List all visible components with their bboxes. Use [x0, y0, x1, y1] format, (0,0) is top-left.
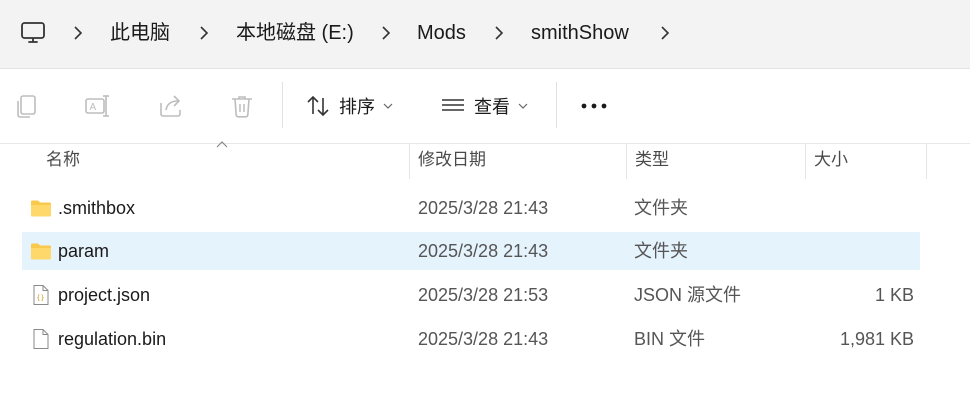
- trash-icon: [232, 96, 252, 118]
- json-file-icon: {}: [33, 285, 49, 305]
- column-header-size[interactable]: 大小: [806, 143, 926, 179]
- file-date: 2025/3/28 21:43: [418, 329, 549, 349]
- chevron-down-icon: [518, 103, 528, 109]
- file-name: .smithbox: [58, 198, 136, 218]
- sort-button[interactable]: 排序: [305, 69, 393, 143]
- toolbar-divider: [556, 82, 557, 128]
- column-divider[interactable]: [926, 143, 927, 179]
- folder-icon: [31, 243, 51, 260]
- command-bar: A 排序 查看: [0, 69, 970, 144]
- file-row[interactable]: .smithbox 2025/3/28 21:43 文件夹: [22, 189, 920, 227]
- this-pc-icon[interactable]: [20, 20, 46, 46]
- chevron-right-icon[interactable]: [380, 24, 392, 42]
- more-icon: [581, 103, 607, 109]
- share-icon: [160, 95, 181, 117]
- svg-text:A: A: [90, 102, 97, 113]
- file-name: regulation.bin: [58, 329, 167, 349]
- file-type: JSON 源文件: [634, 285, 742, 305]
- chevron-right-icon[interactable]: [493, 24, 505, 42]
- share-button[interactable]: [158, 69, 184, 143]
- rename-button[interactable]: A: [84, 69, 110, 143]
- file-type: BIN 文件: [634, 329, 706, 349]
- file-size: 1 KB: [874, 285, 914, 305]
- file-row[interactable]: {} project.json 2025/3/28 21:53 JSON 源文件…: [22, 276, 920, 314]
- sort-icon: [307, 95, 329, 117]
- file-row-selected[interactable]: param 2025/3/28 21:43 文件夹: [22, 232, 920, 270]
- sort-label: 排序: [339, 97, 375, 117]
- breadcrumb-this-pc[interactable]: 此电脑: [110, 20, 170, 46]
- file-name: param: [58, 241, 110, 261]
- file-date: 2025/3/28 21:43: [418, 241, 549, 261]
- file-icon: [33, 329, 49, 349]
- svg-text:{}: {}: [36, 294, 44, 302]
- file-date: 2025/3/28 21:43: [418, 198, 549, 218]
- more-options-button[interactable]: [580, 69, 608, 143]
- column-header-row: 名称 修改日期 类型 大小: [0, 143, 970, 179]
- file-date: 2025/3/28 21:53: [418, 285, 549, 305]
- column-header-date[interactable]: 修改日期: [410, 143, 626, 179]
- file-type: 文件夹: [634, 241, 688, 261]
- copy-button[interactable]: [14, 69, 40, 143]
- copy-icon: [17, 95, 36, 118]
- file-size: 1,981 KB: [839, 329, 914, 349]
- chevron-right-icon[interactable]: [659, 24, 671, 42]
- breadcrumb-smithshow[interactable]: smithShow: [531, 20, 629, 46]
- breadcrumb-local-disk[interactable]: 本地磁盘 (E:): [236, 20, 354, 46]
- view-label: 查看: [474, 97, 510, 117]
- column-header-type[interactable]: 类型: [627, 143, 805, 179]
- file-name: project.json: [58, 285, 151, 305]
- view-button[interactable]: 查看: [440, 69, 528, 143]
- chevron-right-icon[interactable]: [198, 24, 210, 42]
- file-type: 文件夹: [634, 198, 688, 218]
- folder-icon: [31, 200, 51, 217]
- chevron-down-icon: [383, 103, 393, 109]
- address-bar[interactable]: 此电脑 本地磁盘 (E:) Mods smithShow: [0, 0, 970, 69]
- toolbar-divider: [282, 82, 283, 128]
- file-row[interactable]: regulation.bin 2025/3/28 21:43 BIN 文件 1,…: [22, 320, 920, 358]
- delete-button[interactable]: [229, 69, 255, 143]
- chevron-right-icon[interactable]: [72, 24, 84, 42]
- breadcrumb-mods[interactable]: Mods: [417, 20, 466, 46]
- rename-icon: A: [85, 95, 109, 117]
- column-header-name[interactable]: 名称: [38, 143, 408, 179]
- view-list-icon: [442, 99, 464, 111]
